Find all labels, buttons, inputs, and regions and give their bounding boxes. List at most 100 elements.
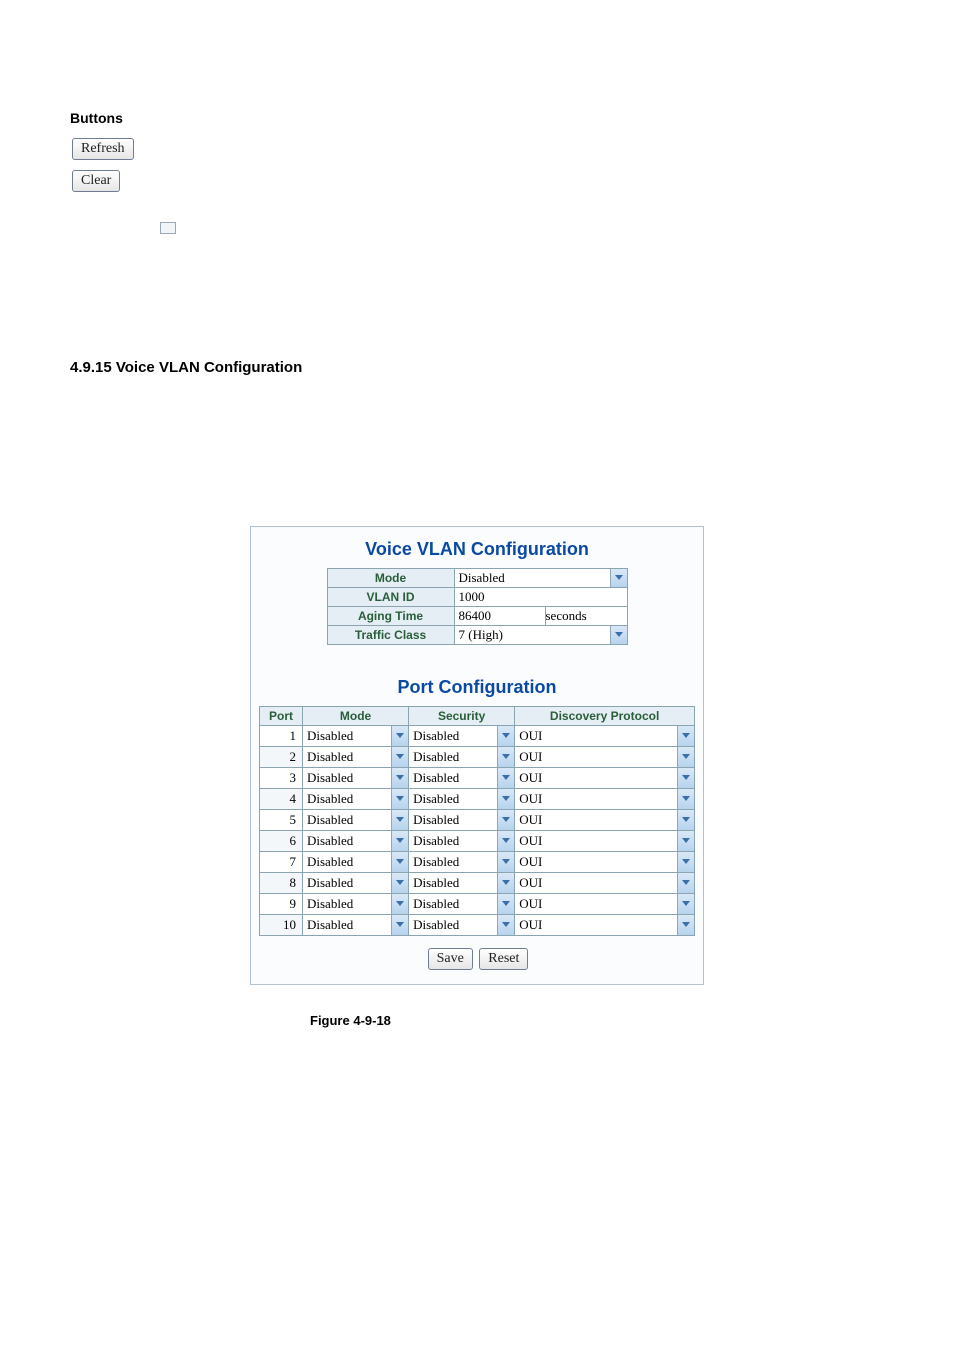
port-mode-select[interactable]: Disabled [303, 768, 408, 788]
port-config-table: Port Mode Security Discovery Protocol 1D… [259, 706, 695, 936]
chevron-down-icon[interactable] [677, 768, 694, 788]
port-mode-value: Disabled [303, 852, 391, 872]
port-mode-value: Disabled [303, 915, 391, 935]
refresh-button[interactable]: Refresh [72, 138, 134, 160]
port-mode-select[interactable]: Disabled [303, 747, 408, 767]
chevron-down-icon[interactable] [677, 810, 694, 830]
chevron-down-icon[interactable] [391, 852, 408, 872]
port-security-select[interactable]: Disabled [409, 852, 514, 872]
col-port: Port [260, 707, 303, 726]
port-discovery-select[interactable]: OUI [515, 894, 694, 914]
port-mode-select[interactable]: Disabled [303, 894, 408, 914]
port-discovery-select[interactable]: OUI [515, 810, 694, 830]
label-traffic-class: Traffic Class [327, 626, 454, 645]
mode-select[interactable]: Disabled [455, 569, 627, 587]
aging-time-unit: seconds [545, 607, 627, 626]
port-discovery-select[interactable]: OUI [515, 768, 694, 788]
chevron-down-icon[interactable] [391, 831, 408, 851]
chevron-down-icon[interactable] [497, 915, 514, 935]
chevron-down-icon[interactable] [497, 852, 514, 872]
port-discovery-select[interactable]: OUI [515, 915, 694, 935]
col-security: Security [409, 707, 515, 726]
chevron-down-icon[interactable] [391, 873, 408, 893]
port-mode-select[interactable]: Disabled [303, 789, 408, 809]
chevron-down-icon[interactable] [497, 747, 514, 767]
chevron-down-icon[interactable] [677, 831, 694, 851]
port-mode-select[interactable]: Disabled [303, 852, 408, 872]
port-mode-value: Disabled [303, 747, 391, 767]
port-security-select[interactable]: Disabled [409, 747, 514, 767]
port-discovery-select[interactable]: OUI [515, 852, 694, 872]
chevron-down-icon[interactable] [677, 789, 694, 809]
port-discovery-select[interactable]: OUI [515, 831, 694, 851]
chevron-down-icon[interactable] [497, 873, 514, 893]
port-mode-value: Disabled [303, 810, 391, 830]
port-discovery-select[interactable]: OUI [515, 789, 694, 809]
port-security-value: Disabled [409, 831, 497, 851]
chevron-down-icon[interactable] [610, 626, 627, 644]
port-mode-select[interactable]: Disabled [303, 873, 408, 893]
col-discovery: Discovery Protocol [515, 707, 695, 726]
voice-vlan-title: Voice VLAN Configuration [259, 535, 695, 568]
chevron-down-icon[interactable] [677, 726, 694, 746]
chevron-down-icon[interactable] [391, 747, 408, 767]
port-security-value: Disabled [409, 726, 497, 746]
table-row: 8DisabledDisabledOUI [260, 873, 695, 894]
chevron-down-icon[interactable] [391, 768, 408, 788]
chevron-down-icon[interactable] [610, 569, 627, 587]
chevron-down-icon[interactable] [497, 768, 514, 788]
vlan-id-input[interactable] [455, 588, 627, 606]
chevron-down-icon[interactable] [391, 810, 408, 830]
port-security-select[interactable]: Disabled [409, 726, 514, 746]
port-security-select[interactable]: Disabled [409, 831, 514, 851]
port-security-select[interactable]: Disabled [409, 768, 514, 788]
col-mode: Mode [303, 707, 409, 726]
chevron-down-icon[interactable] [677, 894, 694, 914]
table-row: 6DisabledDisabledOUI [260, 831, 695, 852]
port-security-value: Disabled [409, 894, 497, 914]
port-discovery-value: OUI [515, 747, 677, 767]
traffic-class-select[interactable]: 7 (High) [455, 626, 627, 644]
chevron-down-icon[interactable] [677, 852, 694, 872]
port-discovery-value: OUI [515, 768, 677, 788]
clear-button[interactable]: Clear [72, 170, 120, 192]
port-discovery-select[interactable]: OUI [515, 726, 694, 746]
aging-time-input[interactable] [455, 607, 545, 625]
chevron-down-icon[interactable] [497, 894, 514, 914]
chevron-down-icon[interactable] [391, 915, 408, 935]
port-discovery-value: OUI [515, 915, 677, 935]
port-number: 9 [260, 894, 303, 915]
port-discovery-select[interactable]: OUI [515, 873, 694, 893]
chevron-down-icon[interactable] [391, 726, 408, 746]
port-number: 3 [260, 768, 303, 789]
port-discovery-select[interactable]: OUI [515, 747, 694, 767]
port-mode-select[interactable]: Disabled [303, 810, 408, 830]
chevron-down-icon[interactable] [497, 831, 514, 851]
port-security-value: Disabled [409, 768, 497, 788]
chevron-down-icon[interactable] [677, 747, 694, 767]
port-mode-select[interactable]: Disabled [303, 726, 408, 746]
port-security-select[interactable]: Disabled [409, 810, 514, 830]
save-button[interactable]: Save [428, 948, 473, 970]
port-mode-select[interactable]: Disabled [303, 915, 408, 935]
port-discovery-value: OUI [515, 726, 677, 746]
chevron-down-icon[interactable] [497, 726, 514, 746]
table-row: 2DisabledDisabledOUI [260, 747, 695, 768]
chevron-down-icon[interactable] [391, 894, 408, 914]
decorative-box [160, 222, 176, 234]
reset-button[interactable]: Reset [479, 948, 528, 970]
port-security-select[interactable]: Disabled [409, 873, 514, 893]
table-row: 4DisabledDisabledOUI [260, 789, 695, 810]
port-security-select[interactable]: Disabled [409, 789, 514, 809]
port-config-title: Port Configuration [259, 673, 695, 706]
port-mode-select[interactable]: Disabled [303, 831, 408, 851]
chevron-down-icon[interactable] [497, 810, 514, 830]
chevron-down-icon[interactable] [677, 915, 694, 935]
port-number: 4 [260, 789, 303, 810]
chevron-down-icon[interactable] [677, 873, 694, 893]
port-security-select[interactable]: Disabled [409, 894, 514, 914]
chevron-down-icon[interactable] [391, 789, 408, 809]
port-security-select[interactable]: Disabled [409, 915, 514, 935]
chevron-down-icon[interactable] [497, 789, 514, 809]
port-mode-value: Disabled [303, 894, 391, 914]
